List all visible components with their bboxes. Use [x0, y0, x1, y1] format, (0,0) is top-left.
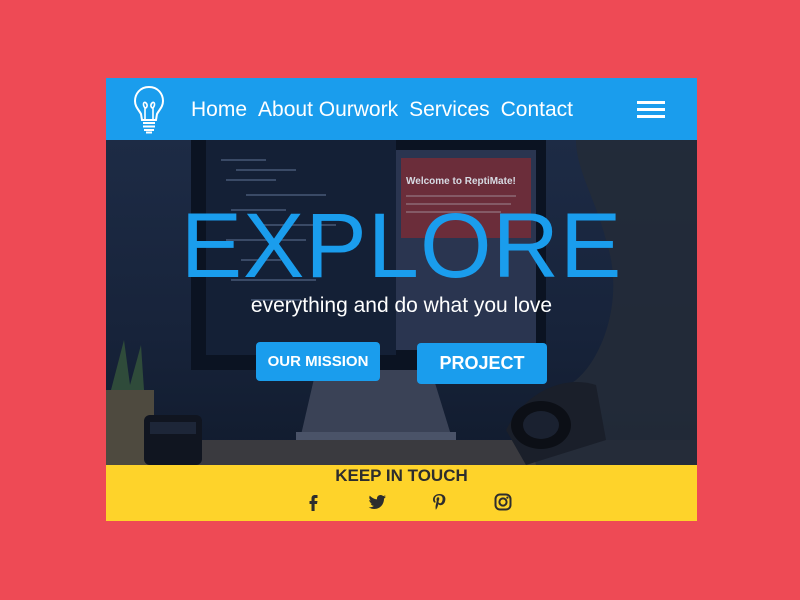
nav-services[interactable]: Services: [409, 97, 490, 123]
facebook-icon[interactable]: [302, 491, 324, 513]
hero-subtitle: everything and do what you love: [250, 294, 553, 317]
site-header: Home About Ourwork Services Contact: [106, 78, 697, 140]
project-button[interactable]: PROJECT: [417, 343, 547, 384]
main-nav: Home About Ourwork Services Contact: [191, 97, 584, 123]
nav-about-ourwork[interactable]: About Ourwork: [258, 97, 398, 123]
hero-title: EXPLORE: [180, 195, 623, 297]
footer-title: KEEP IN TOUCH: [335, 466, 468, 485]
lightbulb-logo-icon[interactable]: [132, 84, 166, 136]
twitter-icon[interactable]: [366, 491, 388, 513]
instagram-icon[interactable]: [492, 491, 514, 513]
site-footer: KEEP IN TOUCH: [106, 465, 697, 521]
nav-contact[interactable]: Contact: [501, 97, 573, 123]
hero-section: Welcome to ReptiMate! EXPLORE everything…: [106, 140, 697, 465]
website-mockup: Home About Ourwork Services Contact Welc…: [106, 78, 697, 521]
nav-home[interactable]: Home: [191, 97, 247, 123]
pinterest-icon[interactable]: [428, 491, 450, 513]
hamburger-menu-icon[interactable]: [637, 100, 667, 120]
screen-welcome-text: Welcome to ReptiMate!: [406, 176, 516, 187]
our-mission-button[interactable]: OUR MISSION: [256, 342, 380, 381]
